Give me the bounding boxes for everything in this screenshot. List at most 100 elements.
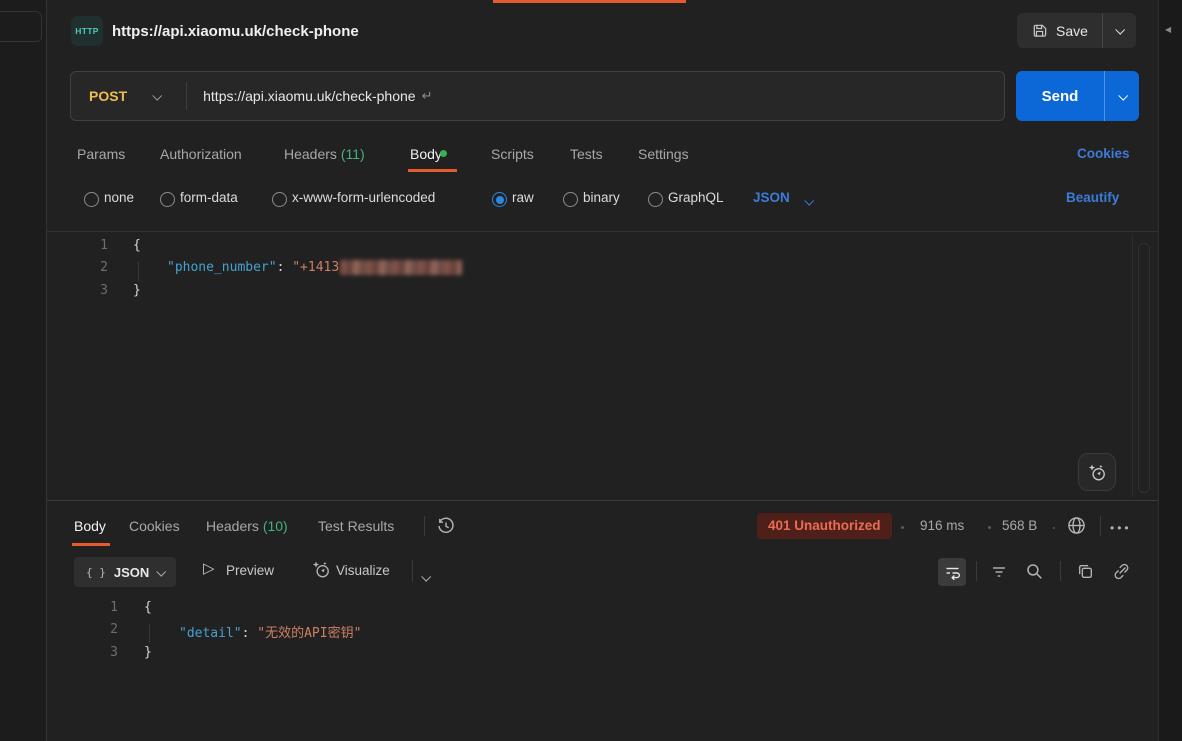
code-line: }	[133, 283, 141, 298]
response-headers-label: Headers	[206, 518, 259, 534]
send-button-label: Send	[1042, 88, 1079, 105]
active-tab-indicator	[493, 0, 686, 3]
url-bar-divider	[186, 82, 187, 110]
code-line: {	[144, 600, 152, 615]
response-more-button[interactable]: •••	[1110, 521, 1132, 535]
response-format-label: JSON	[114, 565, 149, 580]
tab-headers-label: Headers	[284, 146, 337, 162]
json-value: "无效的API密钥"	[257, 626, 361, 641]
json-colon: :	[242, 626, 250, 641]
app-window: ◀ HTTP https://api.xiaomu.uk/check-phone…	[0, 0, 1182, 741]
tab-scripts[interactable]: Scripts	[491, 146, 534, 162]
status-badge: 401 Unauthorized	[757, 513, 892, 539]
link-icon[interactable]	[1112, 562, 1131, 581]
separator-dot	[901, 526, 904, 529]
preview-icon[interactable]: ▷	[203, 559, 215, 577]
response-tab-body[interactable]: Body	[74, 518, 106, 534]
tab-body[interactable]: Body	[410, 146, 442, 162]
braces-icon: { }	[86, 566, 106, 579]
separator-dot	[1053, 527, 1055, 529]
radio-graphql-label[interactable]: GraphQL	[668, 190, 724, 205]
toolbar-divider	[412, 560, 413, 582]
save-options-button[interactable]	[1102, 13, 1136, 48]
radio-form-data[interactable]	[160, 192, 175, 207]
sidebar-collapsed-item[interactable]	[0, 11, 42, 42]
response-tab-headers[interactable]: Headers (10)	[206, 518, 288, 534]
chevron-down-icon	[1115, 25, 1125, 35]
radio-urlencoded-label[interactable]: x-www-form-urlencoded	[292, 190, 435, 205]
response-tab-cookies[interactable]: Cookies	[129, 518, 180, 534]
response-tab-test-results[interactable]: Test Results	[318, 518, 394, 534]
code-line: "phone_number": "+1413	[167, 260, 462, 275]
method-selector[interactable]: POST	[89, 88, 127, 104]
send-options-button[interactable]	[1104, 71, 1139, 121]
visualize-chevron-icon[interactable]	[422, 568, 429, 586]
radio-urlencoded[interactable]	[272, 192, 287, 207]
separator-dot	[988, 526, 991, 529]
response-divider[interactable]	[46, 500, 1158, 501]
line-number: 2	[80, 622, 118, 637]
editor-scrollbar[interactable]	[1138, 243, 1150, 493]
response-headers-count-badge: (10)	[263, 518, 288, 534]
response-active-tab-underline	[72, 543, 110, 546]
send-button[interactable]: Send	[1016, 71, 1104, 121]
tab-authorization[interactable]: Authorization	[160, 146, 242, 162]
url-input[interactable]: https://api.xiaomu.uk/check-phone	[203, 88, 415, 104]
word-wrap-icon	[944, 564, 961, 581]
tab-params[interactable]: Params	[77, 146, 125, 162]
toolbar-divider	[976, 561, 977, 581]
search-icon[interactable]	[1025, 562, 1044, 581]
chevron-down-icon	[157, 566, 167, 576]
response-size: 568 B	[1002, 518, 1037, 533]
cookies-link[interactable]: Cookies	[1077, 146, 1130, 161]
visualize-button[interactable]: Visualize	[336, 563, 390, 578]
word-wrap-button[interactable]	[938, 558, 966, 586]
language-selector[interactable]: JSON	[753, 190, 790, 205]
code-line: }	[144, 645, 152, 660]
active-tab-underline	[408, 169, 457, 172]
save-button[interactable]: Save	[1017, 13, 1102, 48]
visualize-sparkle-icon[interactable]	[311, 559, 331, 579]
radio-binary[interactable]	[563, 192, 578, 207]
collapse-arrow-icon[interactable]: ◀	[1165, 25, 1171, 34]
postbot-sparkle-icon	[1087, 462, 1107, 482]
tab-tests[interactable]: Tests	[570, 146, 603, 162]
radio-none-label[interactable]: none	[104, 190, 134, 205]
filter-icon[interactable]	[990, 563, 1008, 581]
json-colon: :	[277, 260, 285, 275]
radio-graphql[interactable]	[648, 192, 663, 207]
radio-raw-label[interactable]: raw	[512, 190, 534, 205]
response-time: 916 ms	[920, 518, 964, 533]
radio-form-data-label[interactable]: form-data	[180, 190, 238, 205]
radio-none[interactable]	[84, 192, 99, 207]
line-number: 1	[70, 238, 108, 253]
preview-button[interactable]: Preview	[226, 563, 274, 578]
save-button-label: Save	[1056, 23, 1088, 39]
send-button-group: Send	[1016, 71, 1139, 121]
line-number: 3	[70, 283, 108, 298]
save-icon	[1031, 22, 1048, 39]
radio-binary-label[interactable]: binary	[583, 190, 620, 205]
editor-scroll-gutter	[1132, 236, 1133, 497]
response-history-icon[interactable]	[436, 516, 456, 536]
postbot-button[interactable]	[1078, 453, 1116, 491]
code-line: "detail": "无效的API密钥"	[179, 622, 361, 641]
json-value: "+1413	[292, 260, 339, 275]
beautify-link[interactable]: Beautify	[1066, 190, 1119, 205]
line-number: 1	[80, 600, 118, 615]
tab-settings[interactable]: Settings	[638, 146, 689, 162]
tab-headers[interactable]: Headers (11)	[284, 146, 365, 162]
redacted-phone-value	[340, 260, 462, 275]
response-tabs-divider	[424, 516, 425, 536]
response-format-selector[interactable]: { } JSON	[74, 557, 176, 587]
url-bar: POST https://api.xiaomu.uk/check-phone ↵	[70, 71, 1005, 121]
url-return-glyph: ↵	[422, 88, 433, 104]
radio-raw[interactable]	[492, 192, 507, 207]
method-chevron-icon[interactable]	[153, 87, 160, 105]
status-divider	[1100, 516, 1101, 536]
network-globe-icon[interactable]	[1066, 515, 1087, 536]
language-chevron-icon[interactable]	[805, 193, 812, 208]
headers-count-badge: (11)	[341, 146, 365, 162]
copy-icon[interactable]	[1076, 562, 1095, 581]
http-badge-label: HTTP	[75, 26, 98, 36]
